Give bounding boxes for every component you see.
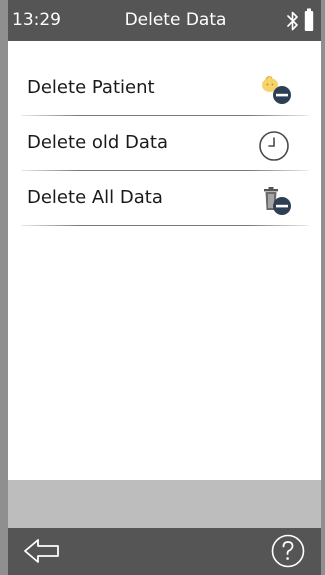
menu-item-label: Delete All Data bbox=[27, 187, 163, 208]
menu-item-label: Delete old Data bbox=[27, 132, 169, 153]
trash-remove-icon bbox=[264, 187, 291, 215]
page-title: Delete Data bbox=[124, 10, 227, 30]
menu-item-delete-old-data[interactable]: Delete old Data bbox=[8, 116, 321, 171]
menu-list: Delete Patient Delete old Data Delete Al… bbox=[8, 61, 321, 226]
menu-item-label: Delete Patient bbox=[27, 77, 155, 98]
bottom-strip bbox=[8, 480, 321, 528]
device-frame: 13:29 Delete Data Delete Patient Delete … bbox=[0, 0, 325, 575]
divider bbox=[21, 225, 308, 226]
menu-item-delete-patient[interactable]: Delete Patient bbox=[8, 61, 321, 116]
nav-bar bbox=[8, 528, 321, 575]
clock-icon bbox=[259, 131, 289, 161]
battery-icon bbox=[304, 8, 314, 31]
status-bar: 13:29 Delete Data bbox=[8, 0, 321, 41]
help-icon[interactable] bbox=[270, 533, 306, 569]
menu-item-delete-all-data[interactable]: Delete All Data bbox=[8, 171, 321, 226]
screen: 13:29 Delete Data Delete Patient Delete … bbox=[8, 0, 321, 575]
bluetooth-icon bbox=[287, 11, 298, 31]
patient-remove-icon bbox=[262, 76, 291, 104]
back-arrow-icon[interactable] bbox=[22, 534, 66, 568]
